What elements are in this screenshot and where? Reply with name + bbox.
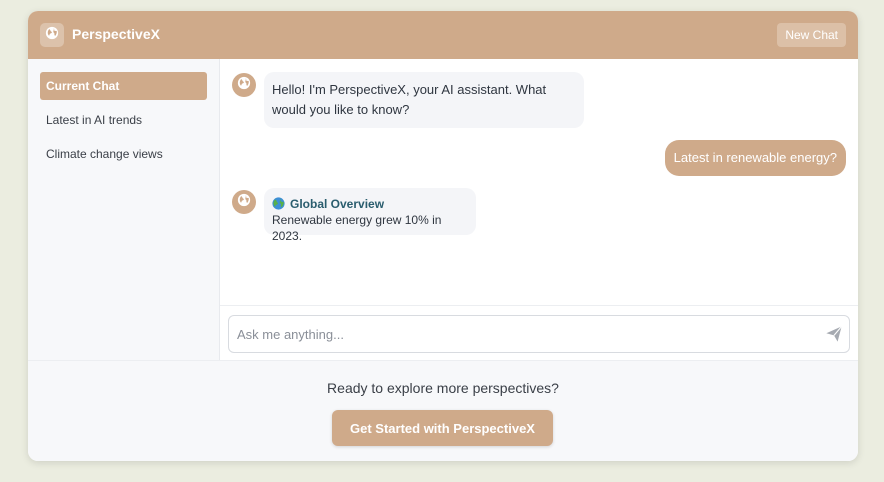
user-message: Latest in renewable energy?	[664, 140, 846, 176]
message-input[interactable]	[237, 316, 807, 352]
assistant-message: Hello! I'm PerspectiveX, your AI assista…	[264, 72, 584, 128]
globe-icon	[237, 76, 251, 95]
globe-icon	[45, 26, 59, 45]
app-title: PerspectiveX	[72, 26, 160, 42]
message-text: Renewable energy grew 10% in 2023.	[272, 213, 442, 243]
globe-icon	[237, 193, 251, 212]
composer	[220, 305, 858, 360]
sidebar-item-ai-trends[interactable]: Latest in AI trends	[40, 106, 207, 134]
app-window: PerspectiveX New Chat Current Chat Lates…	[28, 11, 858, 461]
sidebar-item-climate-change[interactable]: Climate change views	[40, 140, 207, 168]
message-text: Latest in renewable energy?	[673, 150, 837, 165]
chat-thread: Hello! I'm PerspectiveX, your AI assista…	[220, 59, 858, 306]
sidebar-item-current-chat[interactable]: Current Chat	[40, 72, 207, 100]
logo	[40, 23, 64, 47]
message-input-box	[228, 315, 850, 353]
get-started-button[interactable]: Get Started with PerspectiveX	[332, 410, 553, 446]
message-text: Hello! I'm PerspectiveX, your AI assista…	[272, 82, 547, 117]
message-heading: Global Overview	[272, 196, 468, 211]
assistant-avatar	[232, 190, 256, 214]
footer-prompt: Ready to explore more perspectives?	[327, 380, 559, 396]
sidebar: Current Chat Latest in AI trends Climate…	[28, 59, 220, 360]
message-heading-text: Global Overview	[290, 196, 385, 211]
app-header: PerspectiveX New Chat	[28, 11, 858, 59]
assistant-avatar	[232, 73, 256, 97]
earth-emoji-icon	[272, 197, 285, 210]
new-chat-button[interactable]: New Chat	[777, 23, 846, 47]
footer-cta-section: Ready to explore more perspectives? Get …	[28, 360, 858, 461]
assistant-message: Global Overview Renewable energy grew 10…	[264, 188, 476, 243]
paper-plane-icon[interactable]	[825, 325, 843, 343]
